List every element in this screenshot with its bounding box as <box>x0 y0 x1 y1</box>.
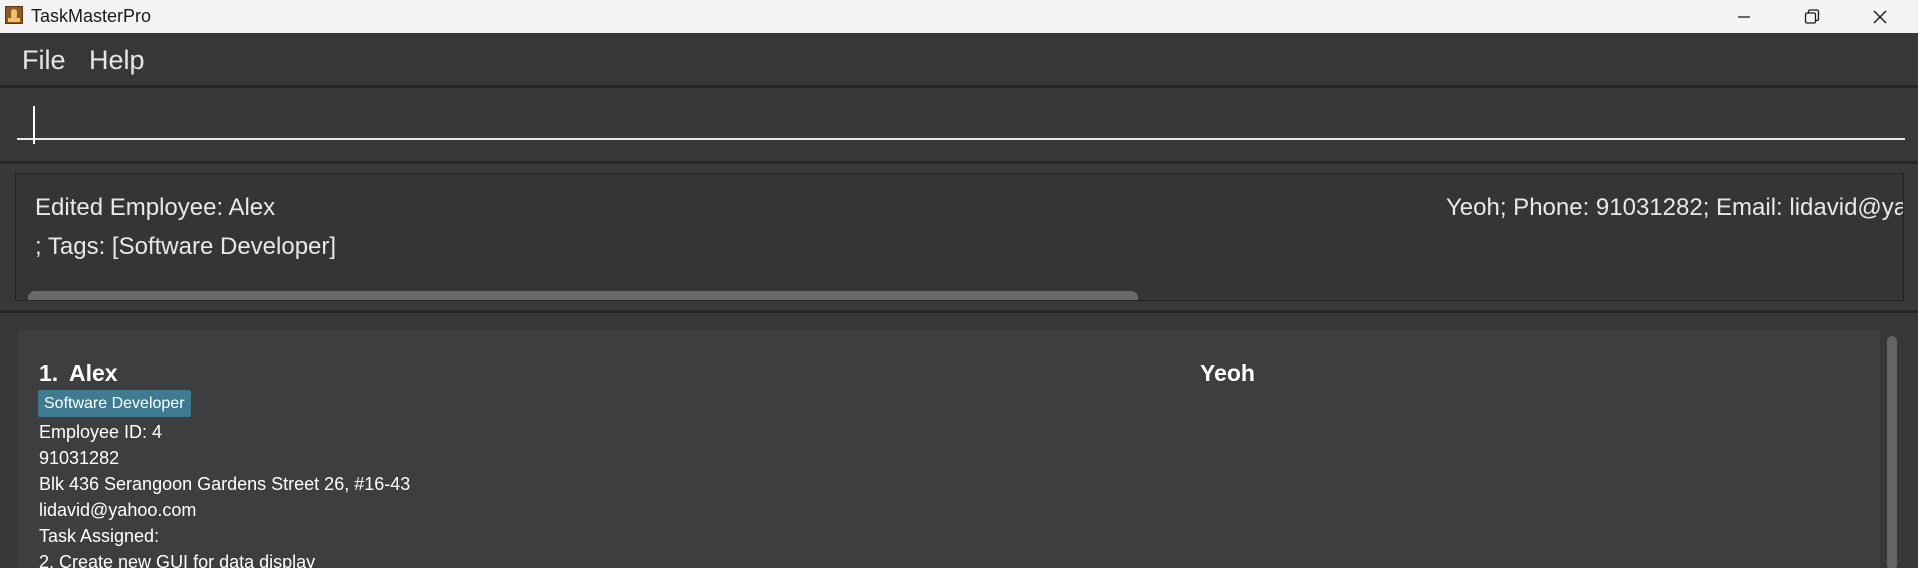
restore-icon <box>1804 8 1820 24</box>
vertical-scrollbar-thumb[interactable] <box>1887 336 1897 568</box>
menu-bar: File Help <box>0 33 1918 85</box>
task-assigned-label: Task Assigned: <box>39 526 160 546</box>
close-button[interactable] <box>1846 0 1914 33</box>
employee-address: Blk 436 Serangoon Gardens Street 26, #16… <box>39 474 411 494</box>
result-display-pane: Edited Employee: Alex Yeoh; Phone: 91031… <box>0 164 1918 310</box>
minimize-icon <box>1738 15 1750 18</box>
horizontal-scrollbar[interactable] <box>28 291 1138 300</box>
employee-phone: 91031282 <box>39 448 120 468</box>
employee-id: Employee ID: 4 <box>39 422 163 442</box>
menu-file[interactable]: File <box>22 45 66 75</box>
app-logo-icon <box>5 6 23 24</box>
result-text-line-1-start: Edited Employee: Alex <box>35 194 276 221</box>
result-text-line-2: ; Tags: [Software Developer] <box>35 233 337 260</box>
app-window: TaskMasterPro File Help Edited Employee:… <box>0 0 1918 568</box>
task-item: 2. Create new GUI for data display <box>39 552 316 568</box>
text-caret <box>33 106 35 144</box>
employee-email: lidavid@yahoo.com <box>39 500 197 520</box>
employee-last-name: Yeoh <box>1200 360 1255 386</box>
employee-list-pane: 1. Alex Yeoh Software Developer Employee… <box>0 313 1918 568</box>
command-input[interactable] <box>17 96 1905 140</box>
result-display[interactable]: Edited Employee: Alex Yeoh; Phone: 91031… <box>15 173 1904 301</box>
employee-tag: Software Developer <box>38 390 191 417</box>
window-title: TaskMasterPro <box>31 6 152 26</box>
title-bar[interactable]: TaskMasterPro <box>0 0 1918 33</box>
command-box-pane <box>0 88 1918 161</box>
menu-help[interactable]: Help <box>89 45 145 75</box>
close-icon <box>1873 10 1887 23</box>
result-text-line-1-end: Yeoh; Phone: 91031282; Email: lidavid@ya… <box>1446 194 1904 221</box>
minimize-button[interactable] <box>1710 0 1778 33</box>
employee-first-name: Alex <box>69 360 118 386</box>
employee-card[interactable]: 1. Alex Yeoh Software Developer Employee… <box>18 330 1880 568</box>
maximize-button[interactable] <box>1778 0 1846 33</box>
employee-index: 1. <box>39 360 59 386</box>
